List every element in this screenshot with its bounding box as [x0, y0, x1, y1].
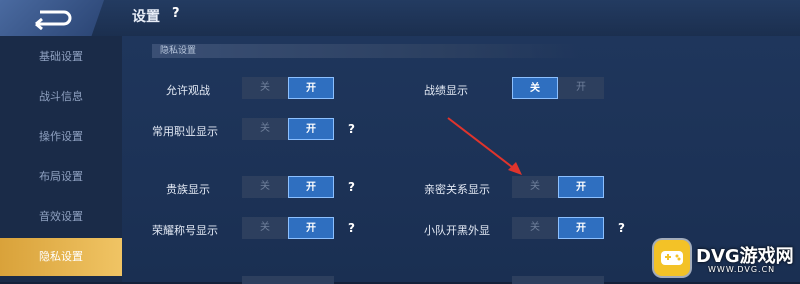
partial-toggle [512, 276, 604, 284]
team-outfit-label: 小队开黑外显 [424, 224, 490, 237]
section-header: 隐私设置 [152, 44, 580, 58]
allow-spectate-off[interactable]: 关 [242, 77, 288, 99]
sidebar-item-privacy[interactable]: 隐私设置 [0, 238, 122, 276]
honor-title-toggle: 关 开 [242, 217, 334, 239]
back-arrow-icon [35, 10, 72, 30]
common-role-label: 常用职业显示 [152, 125, 218, 138]
page-title: 设置 [132, 9, 160, 25]
record-display-label: 战绩显示 [424, 84, 468, 97]
team-outfit-help-icon[interactable]: ? [618, 221, 625, 235]
common-role-help-icon[interactable]: ? [348, 122, 355, 136]
sidebar-item-sound[interactable]: 音效设置 [0, 198, 122, 236]
annotation-arrow-icon [447, 117, 522, 175]
team-outfit-toggle: 关 开 [512, 217, 604, 239]
sidebar: 基础设置 战斗信息 操作设置 布局设置 音效设置 隐私设置 [0, 36, 122, 282]
common-role-off[interactable]: 关 [242, 118, 288, 140]
gamepad-logo-icon [654, 240, 690, 276]
noble-display-on[interactable]: 开 [288, 176, 334, 198]
sidebar-item-layout[interactable]: 布局设置 [0, 158, 122, 196]
noble-display-label: 贵族显示 [166, 183, 210, 196]
common-role-on[interactable]: 开 [288, 118, 334, 140]
allow-spectate-label: 允许观战 [166, 84, 210, 97]
allow-spectate-on[interactable]: 开 [288, 77, 334, 99]
record-display-on[interactable]: 开 [558, 77, 604, 99]
intimate-display-label: 亲密关系显示 [424, 183, 490, 196]
allow-spectate-toggle: 关 开 [242, 77, 334, 99]
intimate-display-on[interactable]: 开 [558, 176, 604, 198]
title-help-icon[interactable]: ? [172, 6, 180, 21]
sidebar-item-controls[interactable]: 操作设置 [0, 118, 122, 156]
honor-title-help-icon[interactable]: ? [348, 221, 355, 235]
honor-title-label: 荣耀称号显示 [152, 224, 218, 237]
honor-title-on[interactable]: 开 [288, 217, 334, 239]
noble-display-off[interactable]: 关 [242, 176, 288, 198]
sidebar-item-basic[interactable]: 基础设置 [0, 38, 122, 76]
top-bar: 设置 ? [0, 0, 800, 36]
team-outfit-off[interactable]: 关 [512, 217, 558, 239]
record-display-toggle: 关 开 [512, 77, 604, 99]
team-outfit-on[interactable]: 开 [558, 217, 604, 239]
noble-display-help-icon[interactable]: ? [348, 180, 355, 194]
noble-display-toggle: 关 开 [242, 176, 334, 198]
sidebar-item-battle-info[interactable]: 战斗信息 [0, 78, 122, 116]
honor-title-off[interactable]: 关 [242, 217, 288, 239]
watermark: DVG游戏网 WWW.DVG.CN [650, 238, 800, 282]
partial-toggle [242, 276, 334, 284]
common-role-toggle: 关 开 [242, 118, 334, 140]
watermark-url: WWW.DVG.CN [708, 265, 776, 274]
record-display-off[interactable]: 关 [512, 77, 558, 99]
back-button[interactable] [0, 0, 104, 36]
